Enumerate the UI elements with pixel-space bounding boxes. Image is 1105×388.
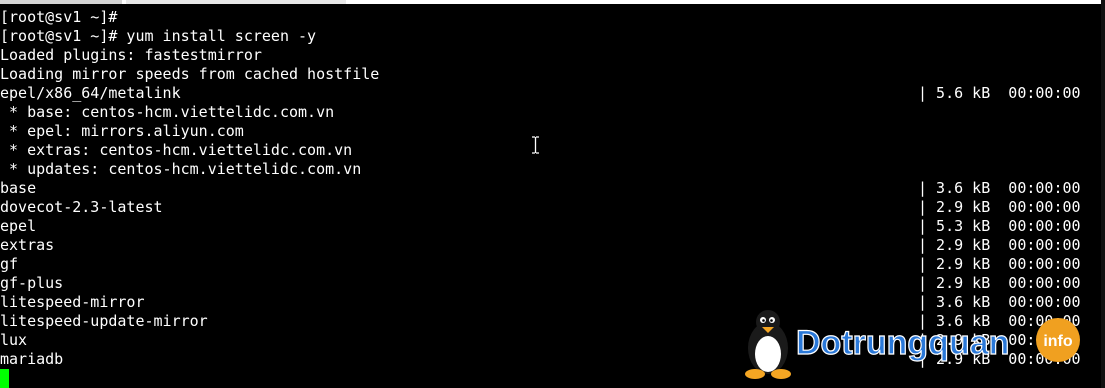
terminal-line-progress: | 5.3 kB 00:00:00 bbox=[918, 217, 1081, 235]
terminal-line: [root@sv1 ~]# yum install screen -y bbox=[0, 27, 317, 45]
vertical-scrollbar[interactable] bbox=[1101, 0, 1105, 388]
terminal-line: base bbox=[0, 179, 37, 197]
text-cursor-ibeam-icon bbox=[532, 136, 539, 154]
terminal-line-progress: | 3.6 kB 00:00:00 bbox=[918, 179, 1081, 197]
penguin-icon bbox=[745, 310, 791, 379]
terminal-line: epel/x86_64/metalink bbox=[0, 84, 181, 102]
watermark-suffix: info bbox=[1043, 333, 1073, 350]
tab-segment[interactable] bbox=[0, 0, 122, 4]
watermark-brand: Dotrungquan bbox=[796, 324, 1009, 362]
terminal-line: lux bbox=[0, 331, 28, 349]
terminal-line: litespeed-update-mirror bbox=[0, 312, 208, 330]
terminal-line: gf bbox=[0, 255, 19, 273]
terminal-line: epel bbox=[0, 217, 37, 235]
watermark-logo: Dotrungquan info bbox=[745, 310, 1080, 379]
terminal-line: litespeed-mirror bbox=[0, 293, 145, 311]
terminal-line: * epel: mirrors.aliyun.com bbox=[0, 122, 244, 140]
terminal-line: * base: centos-hcm.viettelidc.com.vn bbox=[0, 103, 335, 121]
terminal-line: Loading mirror speeds from cached hostfi… bbox=[0, 65, 380, 83]
tab-segment[interactable] bbox=[126, 0, 346, 4]
window-top-bar bbox=[0, 0, 1105, 4]
terminal-line: * extras: centos-hcm.viettelidc.com.vn bbox=[0, 141, 353, 159]
terminal-line: gf-plus bbox=[0, 274, 64, 292]
terminal-line: Loaded plugins: fastestmirror bbox=[0, 46, 262, 64]
terminal-line-progress: | 2.9 kB 00:00:00 bbox=[918, 274, 1081, 292]
terminal-line-progress: | 2.9 kB 00:00:00 bbox=[918, 255, 1081, 273]
terminal-window: [root@sv1 ~]# [root@sv1 ~]# yum install s… bbox=[0, 0, 1105, 388]
terminal-cursor bbox=[0, 369, 9, 388]
terminal-line-progress: | 2.9 kB 00:00:00 bbox=[918, 198, 1081, 216]
terminal-line: * updates: centos-hcm.viettelidc.com.vn bbox=[0, 160, 362, 178]
info-badge-icon: info bbox=[1036, 318, 1080, 362]
terminal-line-progress: | 2.9 kB 00:00:00 bbox=[918, 236, 1081, 254]
terminal-line: mariadb bbox=[0, 350, 64, 368]
terminal-line: [root@sv1 ~]# bbox=[0, 8, 118, 26]
terminal-line: extras bbox=[0, 236, 55, 254]
terminal-line-progress: | 5.6 kB 00:00:00 bbox=[918, 84, 1081, 102]
terminal-line: dovecot-2.3-latest bbox=[0, 198, 163, 216]
